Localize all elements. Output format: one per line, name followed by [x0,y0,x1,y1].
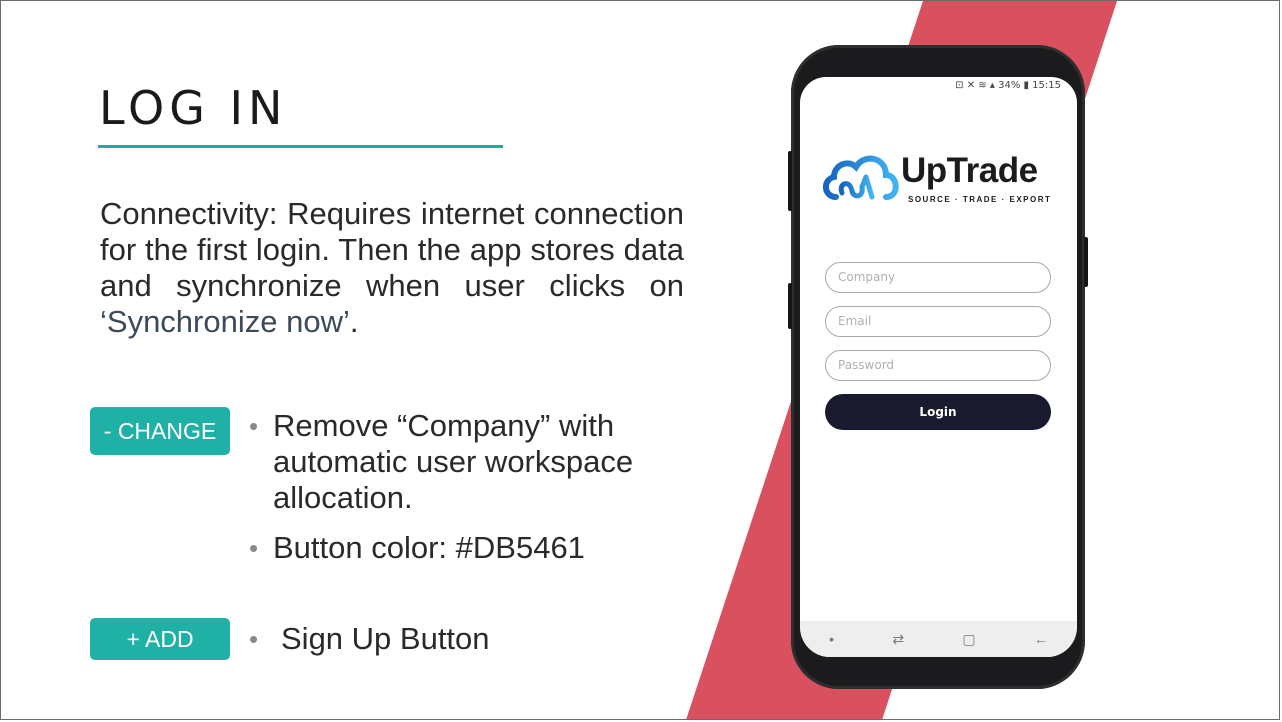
phone-screen: ⊡ ✕ ≋ ▴ 34% ▮ 15:15 UpTrade SOURCE · TRA… [800,77,1077,657]
email-field[interactable]: Email [825,306,1051,337]
nav-dot-icon[interactable]: • [829,631,834,647]
status-bar: ⊡ ✕ ≋ ▴ 34% ▮ 15:15 [955,80,1061,91]
login-button[interactable]: Login [825,394,1051,430]
brand-tagline: SOURCE · TRADE · EXPORT [908,195,1052,204]
bullet-dot: • [249,624,259,654]
signal-icon: ▴ [989,80,995,91]
android-nav-bar: • ⇄ ▢ ← [800,621,1077,657]
bixby-button [788,283,792,329]
brand-name: UpTrade [901,151,1038,190]
bullet-text: Remove “Company” with automatic user wor… [273,408,634,515]
status-text: 34% ▮ 15:15 [998,80,1061,91]
home-icon[interactable]: ▢ [962,631,975,648]
description-text: Connectivity: Requires internet connecti… [100,196,684,303]
company-field[interactable]: Company [825,262,1051,293]
description-end: . [349,304,359,339]
description: Connectivity: Requires internet connecti… [100,196,684,340]
add-tag: + ADD [90,618,230,660]
recent-apps-icon[interactable]: ⇄ [892,631,904,648]
bullet-dot: • [249,533,259,563]
bullet-item: • Button color: #DB5461 [249,530,689,566]
bullet-item: • Sign Up Button [249,621,689,657]
bullet-text: Button color: #DB5461 [273,530,585,565]
volume-button [788,151,792,211]
mute-icon: ✕ [966,80,976,91]
change-tag: - CHANGE [90,407,230,455]
bullet-text: Sign Up Button [281,621,490,656]
title-underline [98,145,503,148]
power-button [1084,237,1088,287]
nfc-icon: ⊡ [955,80,964,91]
password-field[interactable]: Password [825,350,1051,381]
page-title: LOG IN [99,81,288,135]
bullet-item: • Remove “Company” with automatic user w… [249,408,689,516]
back-icon[interactable]: ← [1034,631,1048,647]
slide: LOG IN Connectivity: Requires internet c… [0,0,1280,720]
bullet-dot: • [249,411,259,441]
description-highlight: ‘Synchronize now’ [100,304,350,339]
wifi-icon: ≋ [978,80,987,91]
